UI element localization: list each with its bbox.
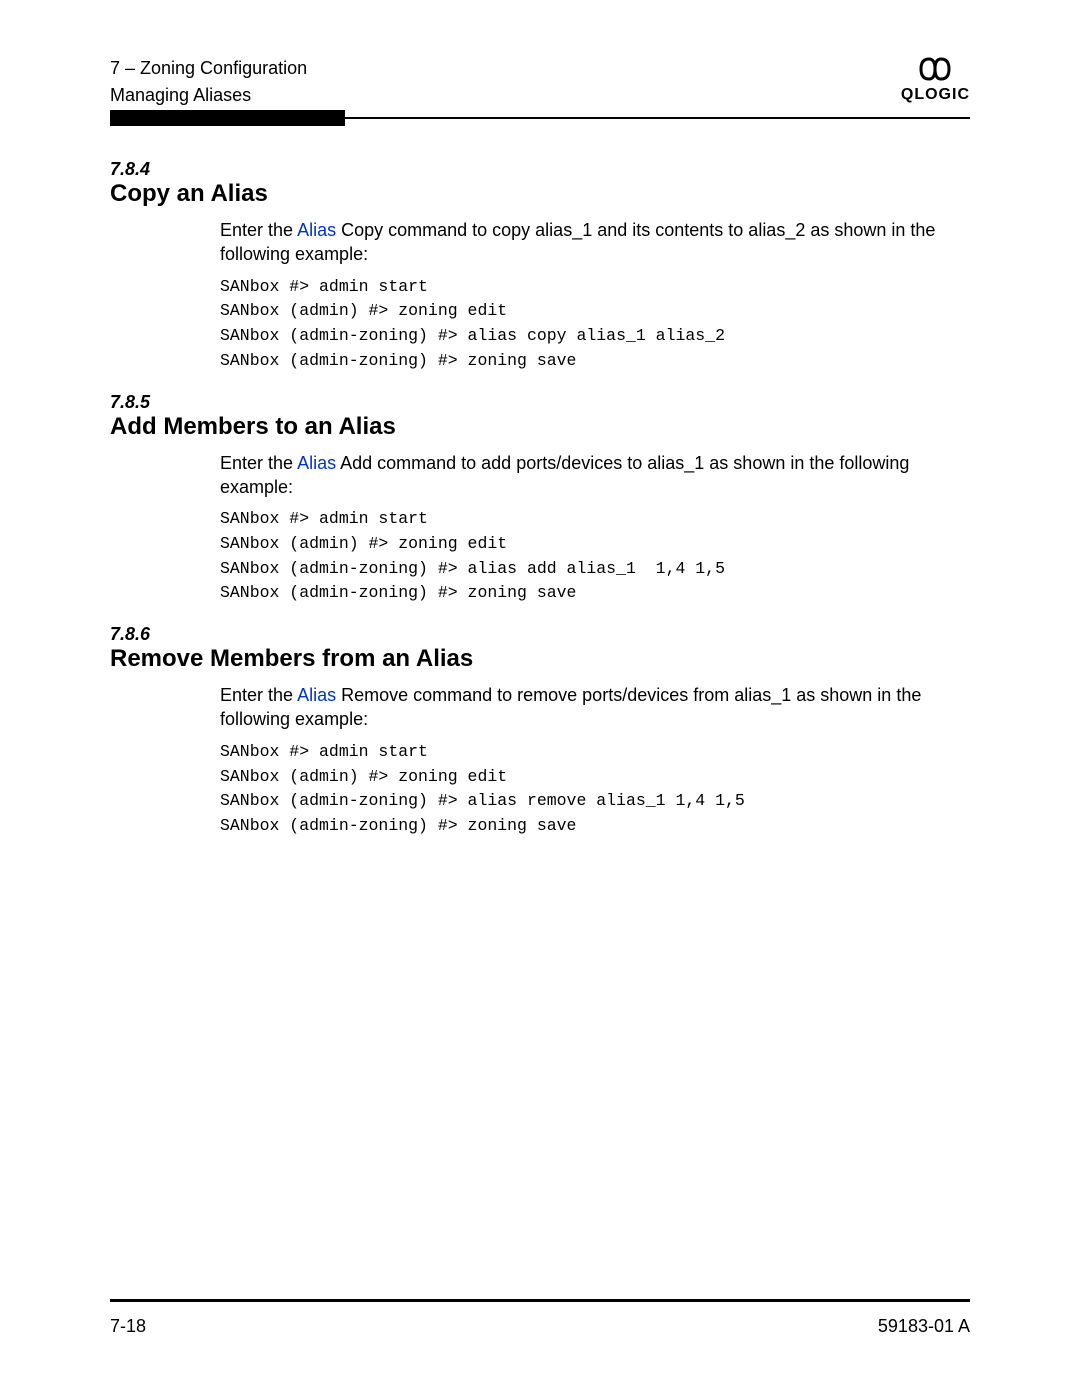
doc-number: 59183-01 A	[878, 1316, 970, 1337]
intro-part: Enter the	[220, 685, 297, 705]
section-number: 7.8.4	[110, 159, 970, 180]
section-title: Add Members to an Alias	[110, 413, 970, 441]
brand-name: QLOGIC	[901, 86, 970, 104]
alias-link[interactable]: Alias	[297, 453, 336, 473]
header-section: Managing Aliases	[110, 82, 307, 109]
page-number: 7-18	[110, 1316, 146, 1337]
alias-link[interactable]: Alias	[297, 220, 336, 240]
intro-part: Enter the	[220, 453, 297, 473]
section-intro: Enter the Alias Copy command to copy ali…	[220, 218, 970, 267]
section-number: 7.8.6	[110, 624, 970, 645]
qlogic-mark-icon	[915, 55, 955, 83]
alias-link[interactable]: Alias	[297, 685, 336, 705]
footer-rule	[110, 1299, 970, 1302]
header-chapter: 7 – Zoning Configuration	[110, 55, 307, 82]
brand-logo: QLOGIC	[901, 55, 970, 104]
header-text: 7 – Zoning Configuration Managing Aliase…	[110, 55, 307, 109]
section-intro: Enter the Alias Add command to add ports…	[220, 451, 970, 500]
code-block: SANbox #> admin start SANbox (admin) #> …	[220, 275, 970, 374]
code-block: SANbox #> admin start SANbox (admin) #> …	[220, 740, 970, 839]
section-title: Remove Members from an Alias	[110, 645, 970, 673]
section-number: 7.8.5	[110, 392, 970, 413]
header-rule	[110, 117, 970, 119]
code-block: SANbox #> admin start SANbox (admin) #> …	[220, 507, 970, 606]
intro-part: Enter the	[220, 220, 297, 240]
section-title: Copy an Alias	[110, 180, 970, 208]
section-intro: Enter the Alias Remove command to remove…	[220, 683, 970, 732]
